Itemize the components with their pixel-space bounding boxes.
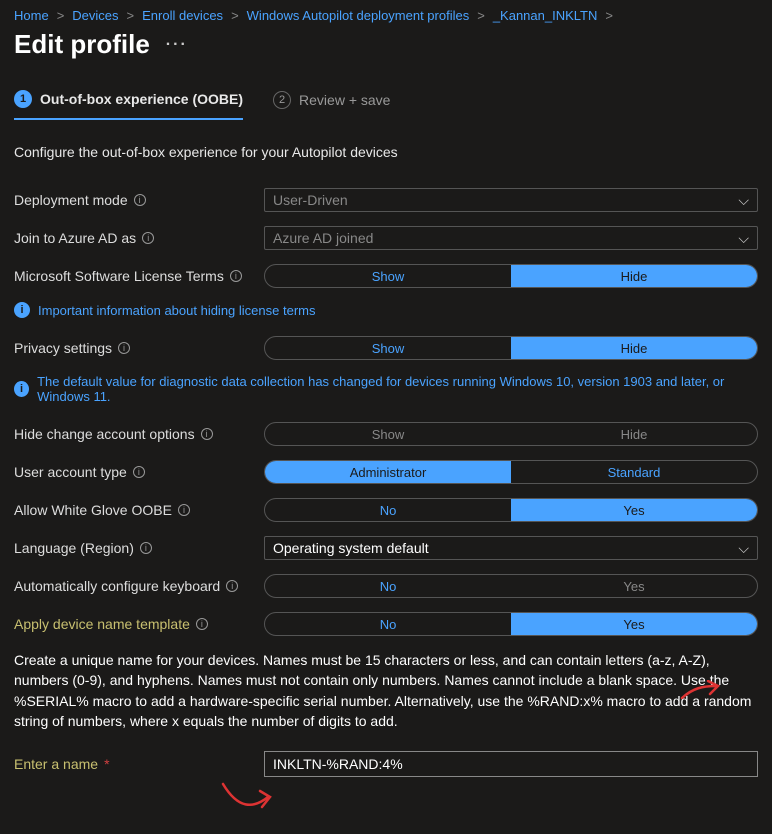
tab-number-1: 1: [14, 90, 32, 108]
wizard-tabs: 1 Out-of-box experience (OOBE) 2 Review …: [14, 90, 758, 120]
label-privacy: Privacy settings i: [14, 340, 264, 356]
toggle-yes[interactable]: Yes: [511, 499, 757, 521]
toggle-hide[interactable]: Hide: [511, 265, 757, 287]
label-white-glove: Allow White Glove OOBE i: [14, 502, 264, 518]
toggle-show[interactable]: Show: [265, 337, 511, 359]
info-icon[interactable]: i: [140, 542, 152, 554]
breadcrumb-profiles[interactable]: Windows Autopilot deployment profiles: [247, 8, 470, 23]
chevron-down-icon: ⌵: [738, 230, 749, 247]
breadcrumb-sep: >: [57, 8, 65, 23]
tab-review[interactable]: 2 Review + save: [273, 90, 390, 120]
toggle-no[interactable]: No: [265, 499, 511, 521]
chevron-down-icon: ⌵: [738, 540, 749, 557]
info-icon[interactable]: i: [134, 194, 146, 206]
label-enter-name: Enter a name *: [14, 756, 264, 772]
language-dropdown[interactable]: Operating system default ⌵: [264, 536, 758, 560]
section-description: Configure the out-of-box experience for …: [14, 144, 758, 160]
tab-number-2: 2: [273, 91, 291, 109]
user-account-type-toggle[interactable]: Administrator Standard: [264, 460, 758, 484]
deployment-mode-dropdown[interactable]: User-Driven ⌵: [264, 188, 758, 212]
name-template-help: Create a unique name for your devices. N…: [14, 650, 758, 731]
tab-label: Review + save: [299, 92, 390, 108]
label-auto-keyboard: Automatically configure keyboard i: [14, 578, 264, 594]
info-icon[interactable]: i: [178, 504, 190, 516]
more-actions-icon[interactable]: ···: [166, 36, 188, 54]
label-name-template: Apply device name template i: [14, 616, 264, 632]
info-icon[interactable]: i: [118, 342, 130, 354]
tab-label: Out-of-box experience (OOBE): [40, 91, 243, 107]
breadcrumb-enroll[interactable]: Enroll devices: [142, 8, 223, 23]
label-hide-change-account: Hide change account options i: [14, 426, 264, 442]
info-icon[interactable]: i: [226, 580, 238, 592]
breadcrumb-home[interactable]: Home: [14, 8, 49, 23]
chevron-down-icon: ⌵: [738, 192, 749, 209]
breadcrumb-sep: >: [605, 8, 613, 23]
toggle-administrator[interactable]: Administrator: [265, 461, 511, 483]
name-template-toggle[interactable]: No Yes: [264, 612, 758, 636]
toggle-yes[interactable]: Yes: [511, 613, 757, 635]
white-glove-toggle[interactable]: No Yes: [264, 498, 758, 522]
toggle-yes[interactable]: Yes: [511, 575, 757, 597]
hide-change-account-toggle[interactable]: Show Hide: [264, 422, 758, 446]
page-title: Edit profile ···: [14, 29, 758, 60]
toggle-hide[interactable]: Hide: [511, 423, 757, 445]
label-join-aad: Join to Azure AD as i: [14, 230, 264, 246]
join-aad-dropdown[interactable]: Azure AD joined ⌵: [264, 226, 758, 250]
annotation-arrow-icon: [218, 779, 278, 815]
info-icon: i: [14, 302, 30, 318]
info-icon[interactable]: i: [201, 428, 213, 440]
privacy-info-text: The default value for diagnostic data co…: [37, 374, 758, 404]
toggle-standard[interactable]: Standard: [511, 461, 757, 483]
toggle-no[interactable]: No: [265, 575, 511, 597]
info-icon: i: [14, 381, 29, 397]
required-marker: *: [104, 756, 109, 772]
label-language: Language (Region) i: [14, 540, 264, 556]
breadcrumb-current[interactable]: _Kannan_INKLTN: [493, 8, 598, 23]
toggle-no[interactable]: No: [265, 613, 511, 635]
privacy-toggle[interactable]: Show Hide: [264, 336, 758, 360]
toggle-show[interactable]: Show: [265, 423, 511, 445]
label-deployment-mode: Deployment mode i: [14, 192, 264, 208]
info-icon[interactable]: i: [196, 618, 208, 630]
tab-oobe[interactable]: 1 Out-of-box experience (OOBE): [14, 90, 243, 120]
info-icon[interactable]: i: [230, 270, 242, 282]
device-name-input[interactable]: [264, 751, 758, 777]
breadcrumb-sep: >: [477, 8, 485, 23]
breadcrumb-sep: >: [231, 8, 239, 23]
breadcrumb: Home > Devices > Enroll devices > Window…: [14, 8, 758, 23]
breadcrumb-sep: >: [127, 8, 135, 23]
auto-keyboard-toggle[interactable]: No Yes: [264, 574, 758, 598]
label-user-account-type: User account type i: [14, 464, 264, 480]
label-license-terms: Microsoft Software License Terms i: [14, 268, 264, 284]
info-icon[interactable]: i: [133, 466, 145, 478]
toggle-hide[interactable]: Hide: [511, 337, 757, 359]
info-icon[interactable]: i: [142, 232, 154, 244]
breadcrumb-devices[interactable]: Devices: [72, 8, 118, 23]
license-info-link[interactable]: Important information about hiding licen…: [38, 303, 315, 318]
license-terms-toggle[interactable]: Show Hide: [264, 264, 758, 288]
toggle-show[interactable]: Show: [265, 265, 511, 287]
